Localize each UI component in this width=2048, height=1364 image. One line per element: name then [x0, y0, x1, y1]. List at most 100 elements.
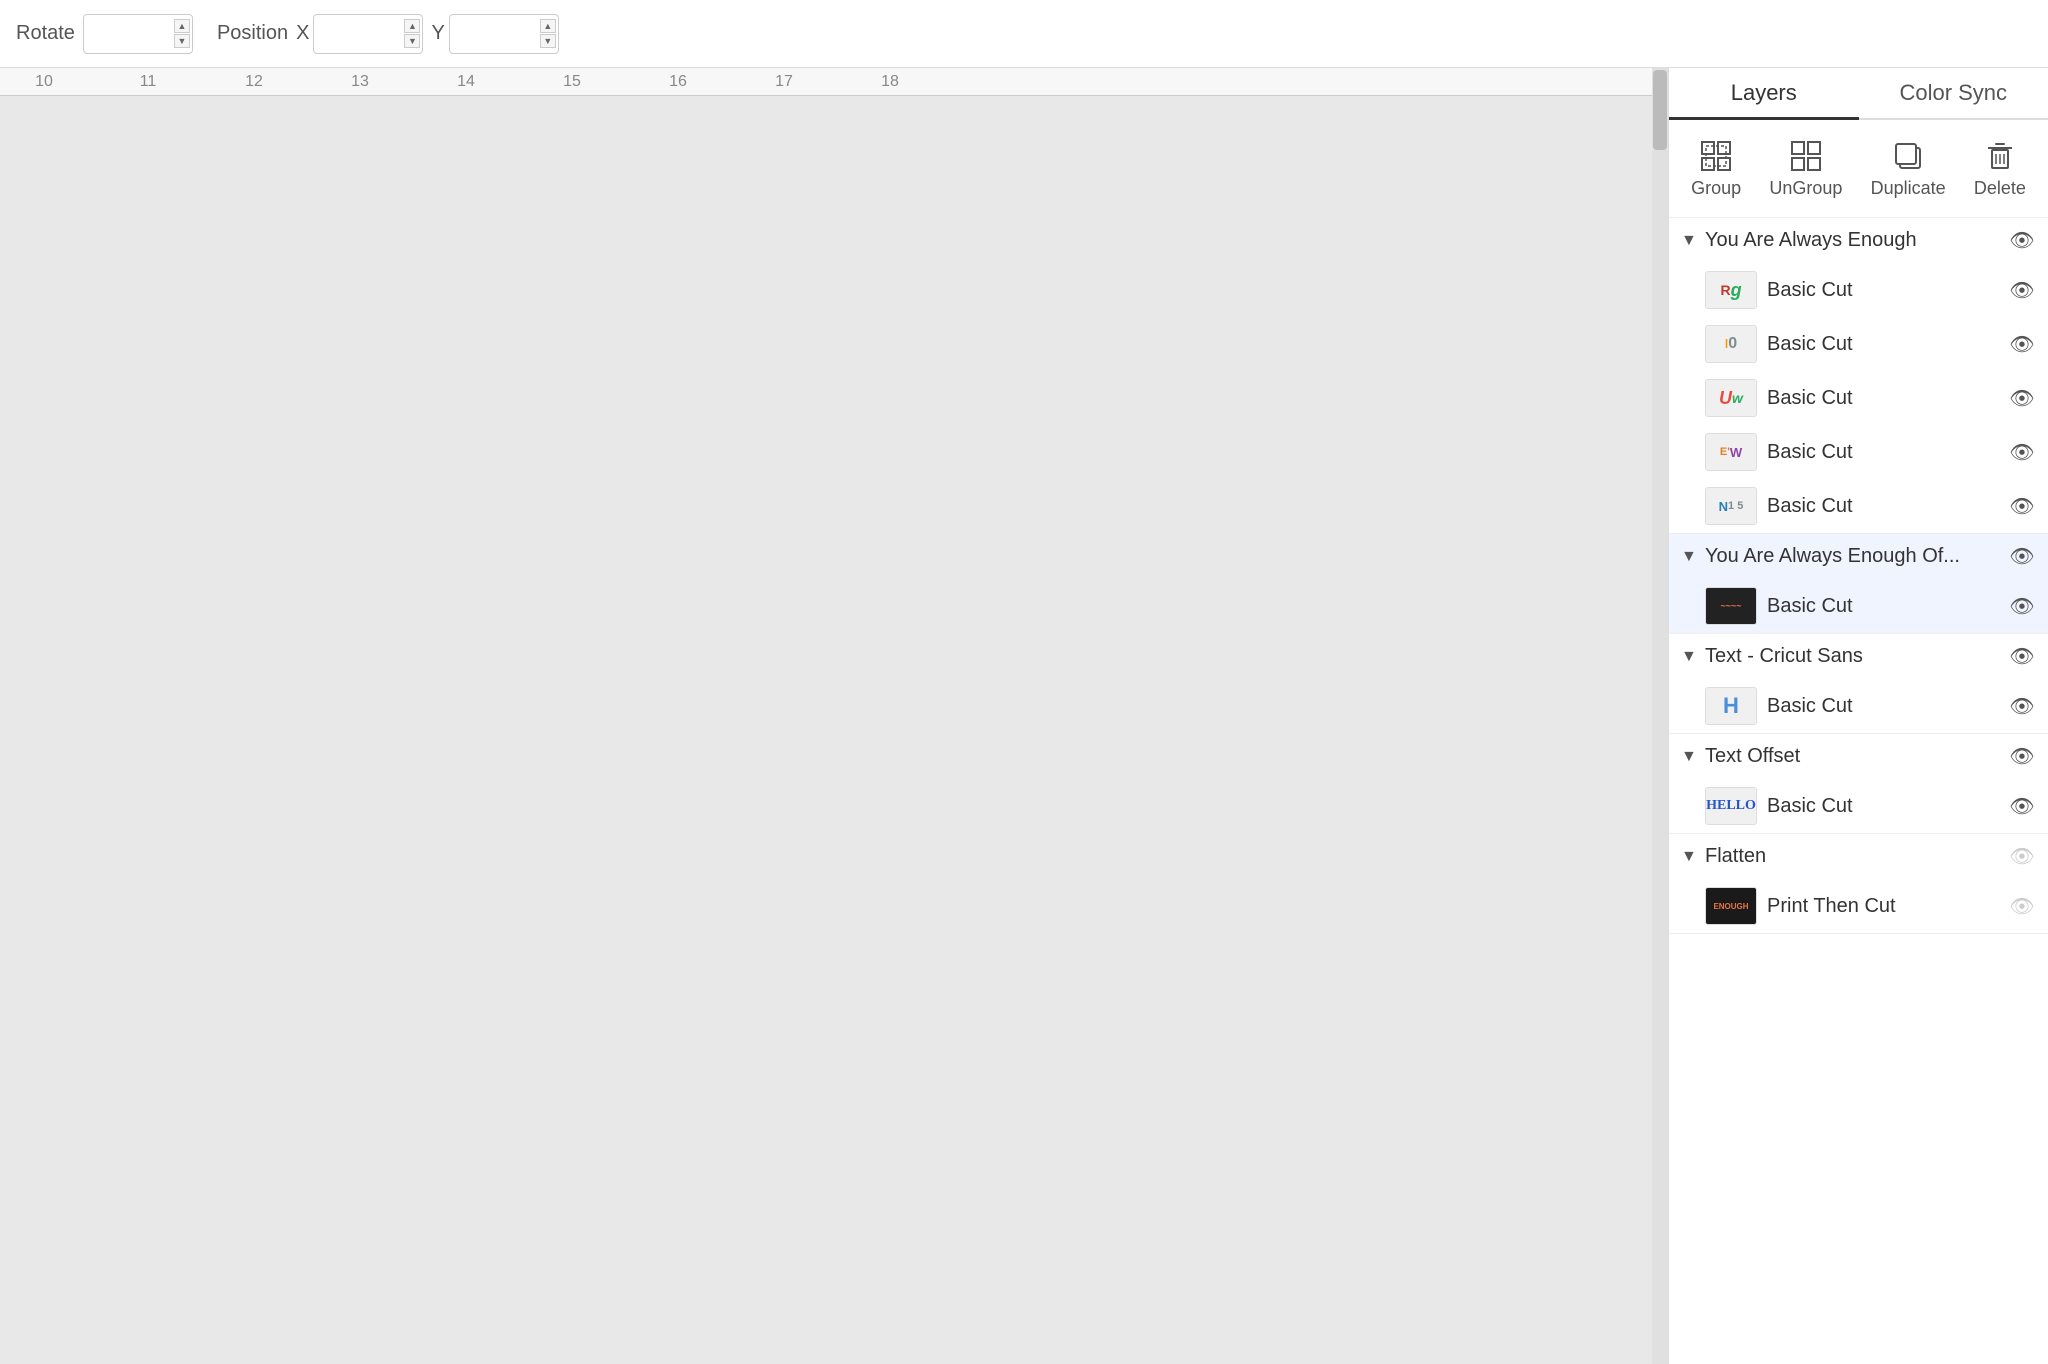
layer-group-3-eye[interactable]: 👁 [2008, 644, 2036, 669]
layer-item-1-name: Basic Cut [1767, 279, 1998, 302]
layer-item-5[interactable]: N 1 5 Basic Cut 👁 [1669, 479, 2048, 533]
y-input-group: Y 1.972 ▲ ▼ [431, 14, 558, 54]
x-input-group: X 10.863 ▲ ▼ [296, 14, 423, 54]
canvas-area[interactable]: 10 11 12 13 14 15 16 17 18 ✕ ↻ 🔒 ↗ 6.4 [0, 68, 1652, 1364]
x-spinner: ▲ ▼ [404, 19, 420, 48]
layer-group-2-eye[interactable]: 👁 [2008, 544, 2036, 569]
layer-item-3[interactable]: U w Basic Cut 👁 [1669, 371, 2048, 425]
rotate-input[interactable]: 0 [92, 22, 172, 45]
ruler-mark-13: 13 [351, 73, 369, 91]
rotate-label: Rotate [16, 22, 75, 45]
layer-thumb-8: HELLO [1705, 787, 1757, 825]
layer-item-6[interactable]: ~~~~ Basic Cut 👁 [1669, 579, 2048, 633]
layer-thumb-2: l 0 [1705, 325, 1757, 363]
panel-tabs: Layers Color Sync [1669, 68, 2048, 120]
y-input[interactable]: 1.972 [458, 22, 538, 45]
ruler-horizontal: 10 11 12 13 14 15 16 17 18 [0, 68, 1652, 96]
layer-item-9-eye[interactable]: 👁 [2008, 894, 2036, 919]
ruler-mark-10: 10 [35, 73, 53, 91]
layer-item-4-eye[interactable]: 👁 [2008, 440, 2036, 465]
layer-group-1-eye[interactable]: 👁 [2008, 228, 2036, 253]
duplicate-icon [1890, 138, 1926, 174]
x-input-wrapper[interactable]: 10.863 ▲ ▼ [313, 14, 423, 54]
y-input-wrapper[interactable]: 1.972 ▲ ▼ [449, 14, 559, 54]
layer-item-7-eye[interactable]: 👁 [2008, 694, 2036, 719]
ungroup-label: UnGroup [1769, 178, 1842, 199]
tab-color-sync[interactable]: Color Sync [1859, 68, 2048, 120]
y-up-btn[interactable]: ▲ [540, 19, 556, 33]
rotate-down-btn[interactable]: ▼ [174, 34, 190, 48]
layer-item-6-eye[interactable]: 👁 [2008, 594, 2036, 619]
layer-item-8-eye[interactable]: 👁 [2008, 794, 2036, 819]
layer-group-5: ▼ Flatten 👁 ENOUGH Print Then Cut 👁 [1669, 834, 2048, 934]
x-input[interactable]: 10.863 [322, 22, 402, 45]
tab-layers[interactable]: Layers [1669, 68, 1859, 120]
y-down-btn[interactable]: ▼ [540, 34, 556, 48]
layer-item-7[interactable]: H Basic Cut 👁 [1669, 679, 2048, 733]
layer-group-1-header[interactable]: ▼ You Are Always Enough 👁 [1669, 218, 2048, 263]
position-label: Position [217, 22, 288, 45]
layer-item-5-eye[interactable]: 👁 [2008, 494, 2036, 519]
group-label: Group [1691, 178, 1741, 199]
layer-item-3-name: Basic Cut [1767, 387, 1998, 410]
delete-button[interactable]: Delete [1962, 132, 2038, 205]
layer-group-4-header[interactable]: ▼ Text Offset 👁 [1669, 734, 2048, 779]
layer-group-2-header[interactable]: ▼ You Are Always Enough Of... 👁 [1669, 534, 2048, 579]
layer-item-4[interactable]: E' W Basic Cut 👁 [1669, 425, 2048, 479]
layer-group-1-name: You Are Always Enough [1705, 229, 2000, 252]
right-panel: Layers Color Sync Group [1668, 68, 2048, 1364]
rotate-up-btn[interactable]: ▲ [174, 19, 190, 33]
layer-group-4-name: Text Offset [1705, 745, 2000, 768]
layer-item-2-eye[interactable]: 👁 [2008, 332, 2036, 357]
ruler-mark-14: 14 [457, 73, 475, 91]
toolbar: Rotate 0 ▲ ▼ Position X 10.863 ▲ ▼ Y 1.9… [0, 0, 2048, 68]
x-down-btn[interactable]: ▼ [404, 34, 420, 48]
rotate-spinner: ▲ ▼ [174, 19, 190, 48]
layers-list[interactable]: ▼ You Are Always Enough 👁 R g Basic Cut … [1669, 218, 2048, 1364]
layer-group-2-name: You Are Always Enough Of... [1705, 545, 2000, 568]
layer-item-8-name: Basic Cut [1767, 795, 1998, 818]
ruler-mark-16: 16 [669, 73, 687, 91]
layer-item-2[interactable]: l 0 Basic Cut 👁 [1669, 317, 2048, 371]
layer-thumb-4: E' W [1705, 433, 1757, 471]
layer-group-5-name: Flatten [1705, 845, 2000, 868]
panel-toolbar: Group UnGroup [1669, 120, 2048, 218]
vertical-scrollbar[interactable] [1652, 68, 1668, 1364]
y-spinner: ▲ ▼ [540, 19, 556, 48]
x-up-btn[interactable]: ▲ [404, 19, 420, 33]
layer-group-4: ▼ Text Offset 👁 HELLO Basic Cut 👁 [1669, 734, 2048, 834]
layer-group-2-arrow: ▼ [1681, 548, 1697, 566]
layer-item-6-name: Basic Cut [1767, 595, 1998, 618]
layer-group-2: ▼ You Are Always Enough Of... 👁 ~~~~ Bas… [1669, 534, 2048, 634]
layer-item-3-eye[interactable]: 👁 [2008, 386, 2036, 411]
ungroup-icon [1788, 138, 1824, 174]
scrollbar-thumb[interactable] [1653, 70, 1667, 150]
layer-group-3-header[interactable]: ▼ Text - Cricut Sans 👁 [1669, 634, 2048, 679]
duplicate-button[interactable]: Duplicate [1859, 132, 1958, 205]
layer-group-5-header[interactable]: ▼ Flatten 👁 [1669, 834, 2048, 879]
y-label: Y [431, 22, 444, 45]
layer-item-5-name: Basic Cut [1767, 495, 1998, 518]
layer-group-4-eye[interactable]: 👁 [2008, 744, 2036, 769]
layer-thumb-5: N 1 5 [1705, 487, 1757, 525]
ruler-mark-17: 17 [775, 73, 793, 91]
layer-item-7-name: Basic Cut [1767, 695, 1998, 718]
layer-thumb-6: ~~~~ [1705, 587, 1757, 625]
layer-item-1-eye[interactable]: 👁 [2008, 278, 2036, 303]
rotate-input-wrapper[interactable]: 0 ▲ ▼ [83, 14, 193, 54]
layer-item-4-name: Basic Cut [1767, 441, 1998, 464]
layer-thumb-9: ENOUGH [1705, 887, 1757, 925]
layer-group-5-eye[interactable]: 👁 [2008, 844, 2036, 869]
ungroup-button[interactable]: UnGroup [1757, 132, 1854, 205]
layer-item-1[interactable]: R g Basic Cut 👁 [1669, 263, 2048, 317]
layer-item-8[interactable]: HELLO Basic Cut 👁 [1669, 779, 2048, 833]
layer-item-9[interactable]: ENOUGH Print Then Cut 👁 [1669, 879, 2048, 933]
layer-item-9-name: Print Then Cut [1767, 895, 1998, 918]
delete-label: Delete [1974, 178, 2026, 199]
group-button[interactable]: Group [1679, 132, 1753, 205]
layer-thumb-7: H [1705, 687, 1757, 725]
delete-icon [1982, 138, 2018, 174]
ruler-mark-15: 15 [563, 73, 581, 91]
ruler-mark-18: 18 [881, 73, 899, 91]
rotate-group: Rotate 0 ▲ ▼ [16, 14, 193, 54]
